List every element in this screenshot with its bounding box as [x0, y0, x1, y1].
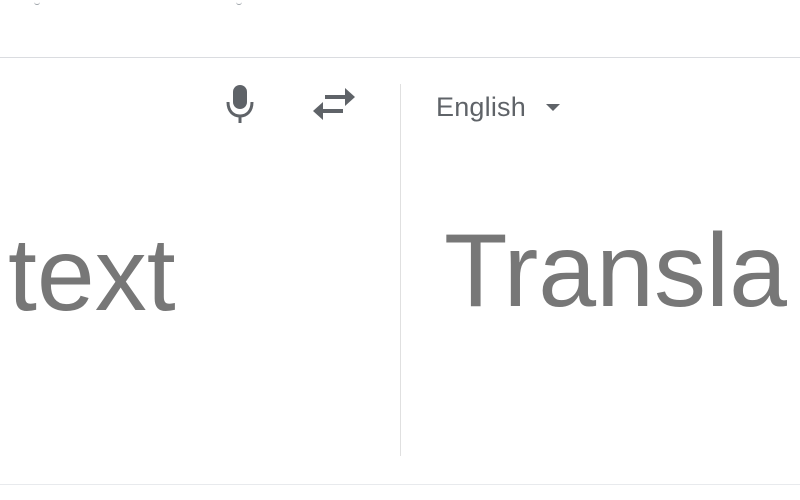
translation-output: Transla — [444, 206, 800, 336]
target-language-label: English — [436, 91, 526, 122]
microphone-icon — [226, 85, 254, 123]
header-strip — [0, 0, 800, 58]
swap-languages-button[interactable] — [308, 80, 360, 128]
translate-page: English text Transla — [0, 0, 800, 500]
source-text-area[interactable]: text — [8, 210, 390, 340]
cut-off-glyph — [34, 0, 40, 5]
swap-arrows-icon — [313, 88, 355, 120]
target-language-select[interactable]: English — [436, 86, 560, 128]
translation-text: Transla — [444, 213, 787, 329]
panel-divider — [400, 84, 401, 456]
panel-bottom-border — [0, 484, 800, 485]
cut-off-glyph — [236, 0, 242, 5]
caret-down-icon — [545, 103, 560, 111]
voice-input-button[interactable] — [216, 80, 264, 128]
source-text: text — [8, 217, 176, 333]
